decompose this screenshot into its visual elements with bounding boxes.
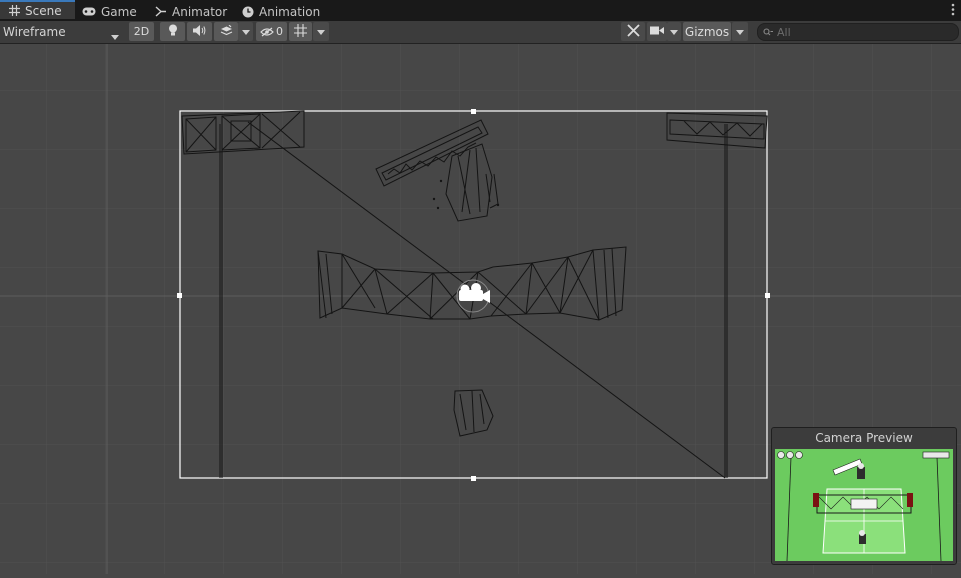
chevron-down-icon	[111, 29, 119, 43]
scene-toolbar: Wireframe 2D 0 Gizmos All	[0, 21, 961, 44]
gamepad-icon	[82, 7, 96, 16]
camera-preview-title: Camera Preview	[815, 431, 913, 445]
tab-label: Animation	[259, 4, 321, 19]
tab-animator[interactable]: Animator	[155, 2, 227, 21]
layers-icon	[220, 24, 233, 39]
grid-snap-icon	[294, 23, 307, 40]
scene-visibility-button[interactable]: 0	[256, 22, 287, 41]
search-placeholder: All	[777, 25, 791, 39]
eye-crossed-icon	[260, 27, 274, 37]
hidden-count: 0	[276, 25, 283, 38]
camera-preview-panel[interactable]: Camera Preview	[771, 427, 957, 565]
tab-scene[interactable]: Scene	[0, 0, 75, 19]
draw-mode-label: Wireframe	[3, 24, 66, 39]
chevron-down-icon	[317, 25, 325, 38]
chevron-down-icon	[241, 25, 250, 38]
tools-icon	[626, 23, 640, 40]
search-icon	[763, 28, 773, 36]
gizmos-dropdown-button[interactable]	[732, 22, 748, 41]
scene-camera-button[interactable]	[647, 22, 667, 41]
toggle-2d-label: 2D	[133, 25, 150, 38]
toggle-2d-button[interactable]: 2D	[129, 22, 154, 41]
camera-preview-render	[775, 449, 953, 562]
search-field[interactable]: All	[757, 23, 959, 41]
chevron-down-icon	[670, 25, 678, 38]
tools-button[interactable]	[621, 22, 645, 41]
window-tab-bar: Scene Game Animator Animation	[0, 0, 961, 21]
lighting-toggle-button[interactable]	[160, 22, 185, 41]
camera-dropdown-button[interactable]	[667, 22, 681, 41]
draw-mode-dropdown[interactable]: Wireframe	[3, 22, 125, 41]
gizmos-button[interactable]: Gizmos	[683, 22, 731, 41]
grid-icon	[9, 5, 20, 16]
chevron-down-icon	[736, 25, 744, 38]
light-bulb-icon	[168, 24, 178, 39]
gizmos-label: Gizmos	[684, 24, 730, 39]
effects-toggle-button[interactable]	[214, 22, 238, 41]
tab-label: Game	[101, 4, 137, 19]
clock-icon	[242, 6, 254, 18]
more-menu-icon[interactable]	[951, 3, 955, 19]
animator-icon	[155, 6, 167, 17]
speaker-icon	[193, 24, 206, 39]
video-camera-icon	[650, 25, 664, 38]
tab-label: Animator	[172, 4, 228, 19]
audio-toggle-button[interactable]	[187, 22, 212, 41]
grid-snapping-button[interactable]	[289, 22, 312, 41]
tab-animation[interactable]: Animation	[242, 2, 320, 21]
tab-game[interactable]: Game	[82, 2, 137, 21]
tab-label: Scene	[25, 3, 62, 18]
grid-dropdown-button[interactable]	[313, 22, 329, 41]
effects-dropdown-button[interactable]	[238, 22, 253, 41]
